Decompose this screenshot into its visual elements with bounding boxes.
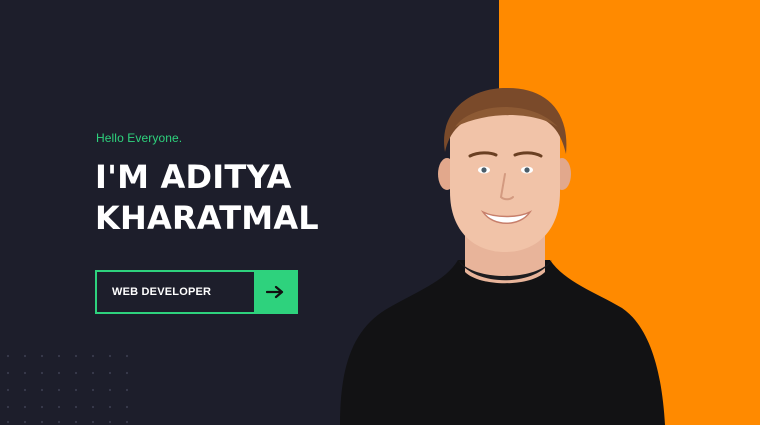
role-button-label: WEB DEVELOPER [112, 286, 212, 298]
web-developer-button[interactable]: WEB DEVELOPER [95, 270, 298, 314]
profile-photo [340, 87, 665, 425]
arrow-right-icon[interactable] [254, 272, 296, 312]
hero-section: Hello Everyone. I'M ADITYA KHARATMAL WEB… [0, 0, 760, 425]
greeting-text: Hello Everyone. [96, 131, 183, 145]
dot-grid-decoration [6, 354, 129, 424]
